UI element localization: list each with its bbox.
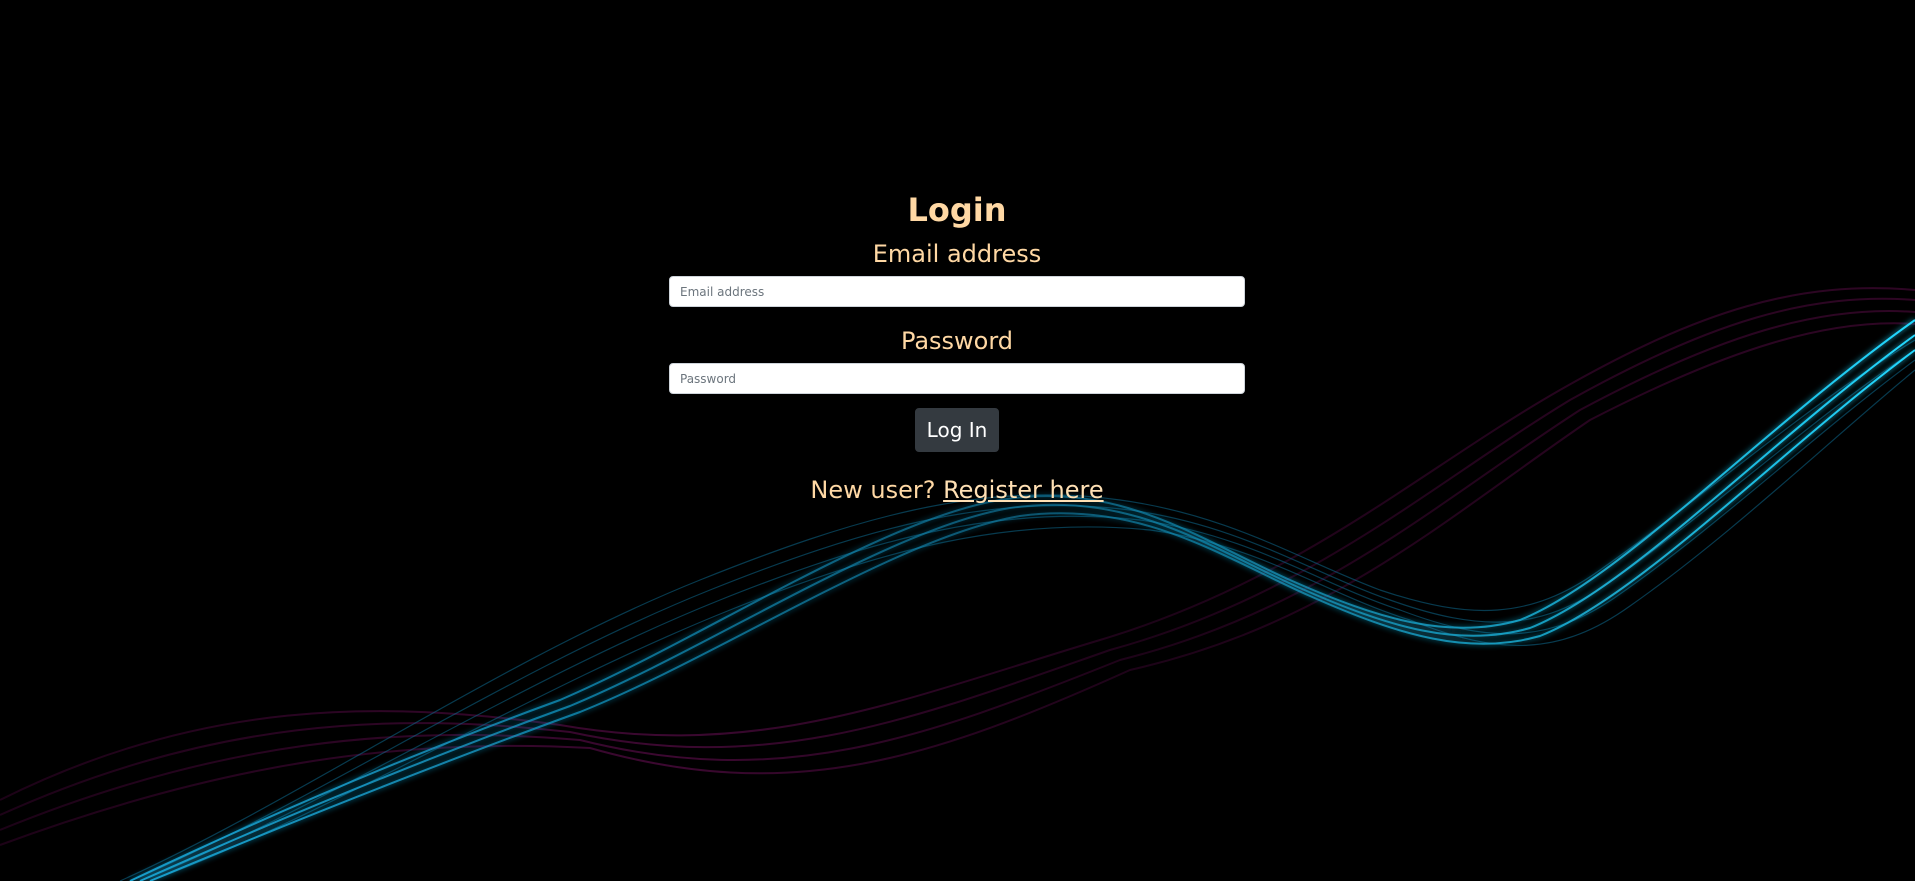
email-label: Email address — [872, 240, 1042, 268]
password-input[interactable] — [669, 363, 1245, 394]
register-link[interactable]: Register here — [943, 476, 1104, 504]
login-form: Login Email address Password Log In New … — [669, 185, 1245, 506]
login-page: Login Email address Password Log In New … — [0, 0, 1915, 881]
password-label: Password — [900, 327, 1014, 355]
register-prompt-text: New user? — [810, 476, 936, 504]
login-title: Login — [907, 191, 1007, 229]
email-input[interactable] — [669, 276, 1245, 307]
log-in-button[interactable]: Log In — [914, 408, 1000, 452]
register-prompt-line: New user? Register here — [669, 474, 1245, 506]
